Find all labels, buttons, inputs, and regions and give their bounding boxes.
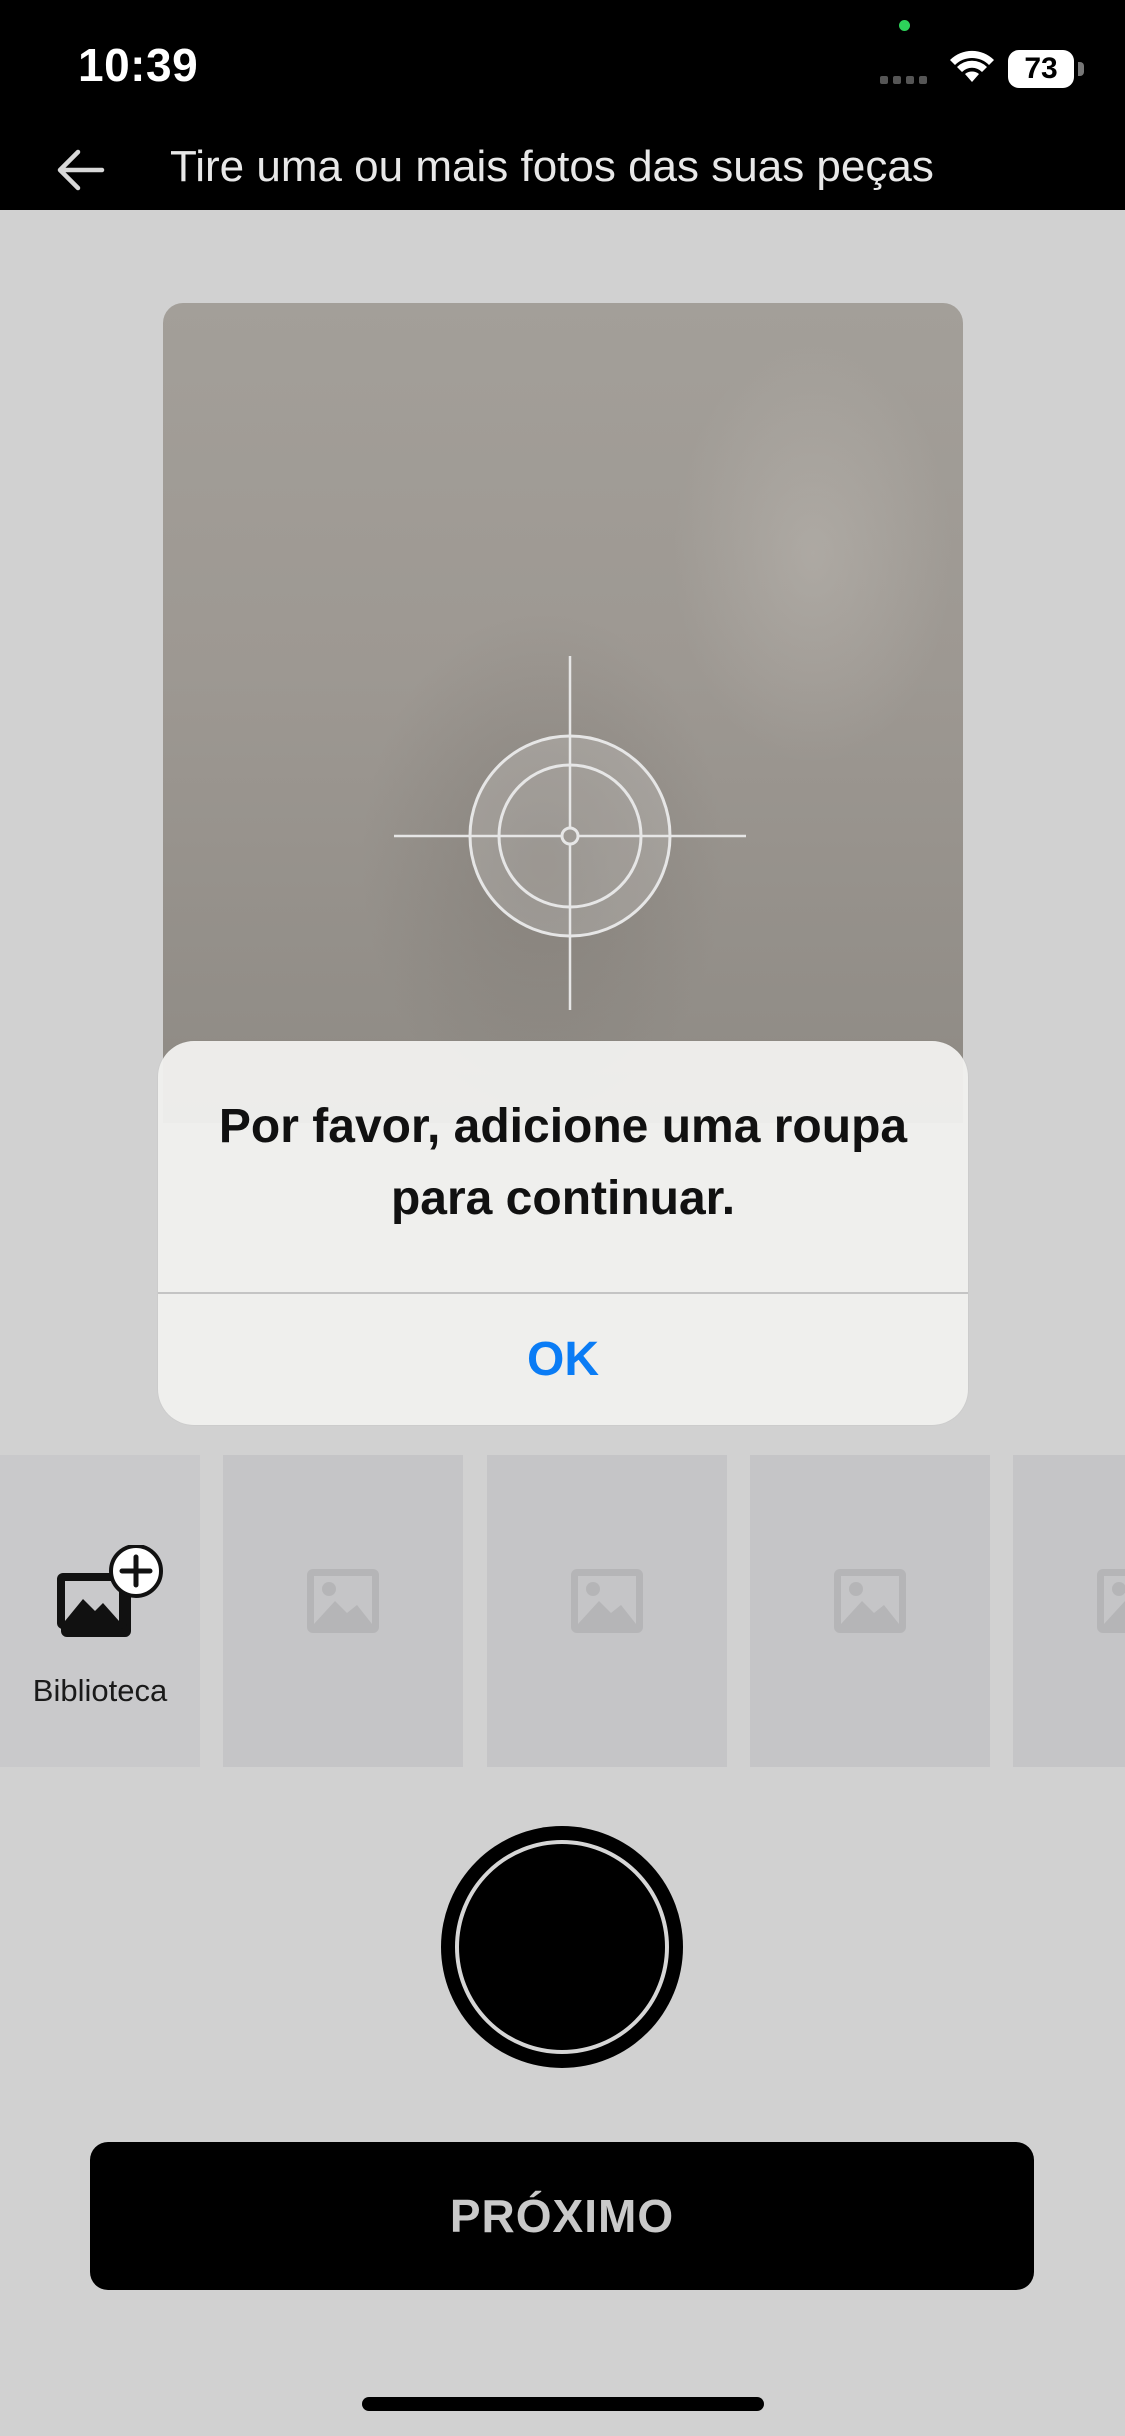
photo-slot[interactable] — [750, 1455, 990, 1767]
library-label: Biblioteca — [32, 1673, 168, 1708]
header: Tire uma ou mais fotos das suas peças — [0, 130, 1125, 210]
photo-slot[interactable] — [223, 1455, 463, 1767]
arrow-left-icon[interactable] — [50, 138, 114, 202]
photo-slot[interactable] — [1013, 1455, 1125, 1767]
battery-level: 73 — [1024, 52, 1058, 85]
image-placeholder-icon — [1097, 1569, 1125, 1633]
alert-message: Por favor, adicione uma roupa para conti… — [218, 1100, 908, 1225]
photo-slot[interactable] — [487, 1455, 727, 1767]
page-title: Tire uma ou mais fotos das suas peças — [170, 142, 934, 191]
status-bar: 10:39 73 — [0, 0, 1125, 130]
library-button[interactable]: Biblioteca — [0, 1455, 200, 1767]
thumbnail-strip[interactable]: Biblioteca — [0, 1455, 1125, 1767]
shutter-ring — [455, 1840, 669, 2054]
image-placeholder-icon — [834, 1569, 906, 1633]
wifi-icon — [950, 50, 994, 82]
home-indicator[interactable] — [362, 2397, 764, 2411]
privacy-indicator-dot — [899, 20, 910, 31]
status-time: 10:39 — [78, 39, 199, 91]
shutter-button[interactable] — [441, 1826, 683, 2068]
focus-crosshair-icon — [394, 656, 746, 1010]
next-button[interactable]: PRÓXIMO — [90, 2142, 1034, 2290]
alert-dialog: Por favor, adicione uma roupa para conti… — [158, 1041, 968, 1425]
battery-icon: 73 — [1008, 50, 1086, 88]
image-placeholder-icon — [571, 1569, 643, 1633]
add-photo-icon — [57, 1545, 163, 1637]
image-placeholder-icon — [307, 1569, 379, 1633]
cellular-signal-icon — [880, 74, 932, 84]
camera-capture-screen: 10:39 73 Tire uma ou mais fotos das suas… — [0, 0, 1125, 2436]
ok-button[interactable]: OK — [158, 1294, 968, 1425]
